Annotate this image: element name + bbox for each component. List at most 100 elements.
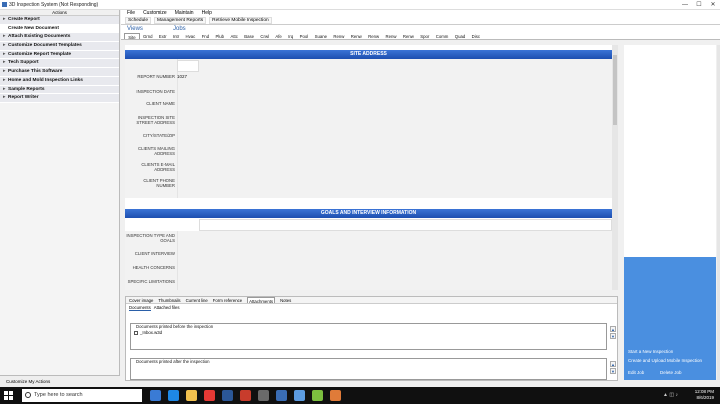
action-item[interactable]: ▸ Report Writer — [0, 94, 119, 103]
action-item[interactable]: Create New Document — [0, 24, 119, 34]
bottom-tab[interactable]: Form reference — [213, 297, 242, 303]
action-item-label: Purchase This Software — [8, 69, 63, 75]
taskbar-search[interactable]: Type here to search — [22, 389, 142, 402]
move-up-icon[interactable]: ▲ — [610, 361, 616, 367]
app-icon-orange[interactable] — [330, 390, 341, 401]
report-number-field[interactable] — [177, 60, 199, 72]
section-tab[interactable]: Base — [241, 33, 257, 39]
section-tab[interactable]: Crwl — [257, 33, 272, 39]
action-item[interactable]: ▸ Attach Existing Documents — [0, 33, 119, 43]
goals-field-strip[interactable] — [199, 219, 612, 231]
section-tab[interactable]: Pool — [296, 33, 311, 39]
site-address-header: SITE ADDRESS — [125, 50, 612, 59]
inspection-form: SITE ADDRESS REPORT NUMBER 1027 INSPECTI… — [125, 45, 612, 290]
action-item-label: Attach Existing Documents — [8, 34, 71, 40]
toolbar: Schedule Management Reports Retrieve Mob… — [121, 17, 720, 25]
site-address-fields[interactable] — [177, 59, 612, 198]
before-docs-list[interactable]: Documents printed before the inspection … — [130, 323, 616, 350]
delete-job-button[interactable]: Delete Job — [660, 370, 682, 375]
form-scrollbar[interactable] — [612, 45, 618, 290]
app-icon-blue[interactable] — [294, 390, 305, 401]
after-docs-list[interactable]: Documents printed after the inspection ▲… — [130, 358, 616, 380]
clock[interactable]: 12:08 PM 8/6/2019 — [695, 389, 714, 401]
section-tab[interactable]: Disc — [468, 33, 483, 39]
edge-icon[interactable] — [168, 390, 179, 401]
section-tab[interactable]: Afe — [272, 33, 285, 39]
title-bar: 3D Inspection System (Not Responding) — … — [0, 0, 720, 10]
windows-start-icon[interactable] — [4, 391, 13, 400]
section-tab[interactable]: Plub — [212, 33, 227, 39]
action-item[interactable]: ▸ Customize Document Templates — [0, 42, 119, 51]
app-icon-green[interactable] — [312, 390, 323, 401]
section-tab[interactable]: Spor — [417, 33, 432, 39]
task-view-icon[interactable] — [150, 390, 161, 401]
section-tab[interactable]: Comm — [433, 33, 452, 39]
action-item[interactable]: ▸ Home and Mold Inspection Links — [0, 76, 119, 86]
menu-file[interactable]: File — [127, 10, 135, 17]
field-label: HEALTH CONCERNS — [132, 265, 175, 270]
bottom-tab[interactable]: Notes — [280, 297, 291, 303]
move-up-icon[interactable]: ▲ — [610, 326, 616, 332]
views-tab[interactable]: Views — [127, 26, 143, 32]
action-item[interactable]: ▸ Customize Report Template — [0, 50, 119, 60]
move-down-icon[interactable]: ▼ — [610, 368, 616, 374]
report-number-value[interactable]: 1027 — [177, 74, 187, 79]
bottom-tab[interactable]: Cover image — [129, 297, 153, 303]
action-item[interactable]: ▸ Purchase This Software — [0, 68, 119, 77]
jobs-panel: Start a New Inspection Create and Upload… — [624, 45, 716, 380]
checkbox[interactable] — [134, 330, 138, 335]
management-reports-button[interactable]: Management Reports — [154, 17, 207, 24]
app-icon-gray[interactable] — [258, 390, 269, 401]
jobs-tab[interactable]: Jobs — [173, 26, 186, 32]
goals-fields[interactable] — [177, 231, 612, 290]
retrieve-mobile-inspection-button[interactable]: Retrieve Mobile Inspection — [209, 17, 272, 24]
chrome-icon[interactable] — [204, 390, 215, 401]
bottom-tab[interactable]: Thumbnails — [158, 297, 180, 303]
section-tab[interactable]: Extr — [156, 33, 170, 39]
section-tab[interactable]: Renw — [400, 33, 417, 39]
bottom-tab[interactable]: Current line — [186, 297, 208, 303]
section-tab[interactable]: Quad — [452, 33, 469, 39]
attached-files-subtab[interactable]: Attached files — [154, 304, 180, 311]
section-tab[interactable]: Irq — [285, 33, 296, 39]
maximize-button[interactable]: ☐ — [692, 0, 706, 10]
section-tab[interactable]: Renw — [348, 33, 365, 39]
section-tab[interactable]: Renw — [330, 33, 347, 39]
action-item[interactable]: ▸ Tech Support — [0, 59, 119, 69]
close-button[interactable]: ✕ — [706, 0, 720, 10]
start-inspection-button[interactable]: Start a New Inspection — [628, 349, 673, 354]
app-icon-red[interactable] — [240, 390, 251, 401]
system-tray-icons[interactable]: ▲ ◫ ♪ — [663, 392, 678, 398]
minimize-button[interactable]: — — [678, 0, 692, 10]
search-icon — [25, 392, 31, 398]
action-item-label: Customize Document Templates — [8, 43, 82, 49]
word-icon[interactable] — [222, 390, 233, 401]
documents-subtab[interactable]: Documents — [129, 304, 151, 311]
schedule-button[interactable]: Schedule — [125, 17, 152, 24]
action-item-label: Create Report — [8, 17, 40, 22]
section-tab[interactable]: Attc — [227, 33, 241, 39]
menu-customize[interactable]: Customize — [143, 10, 167, 17]
section-tab[interactable]: Renw — [365, 33, 382, 39]
action-item[interactable]: ▸ Create Report — [0, 16, 119, 25]
menu-help[interactable]: Help — [202, 10, 212, 17]
form-scrollbar-thumb[interactable] — [613, 55, 617, 125]
section-tab[interactable]: Intr — [170, 33, 183, 39]
move-down-icon[interactable]: ▼ — [610, 333, 616, 339]
file-explorer-icon[interactable] — [186, 390, 197, 401]
customize-actions-button[interactable]: Customize My Actions — [0, 375, 120, 387]
bottom-tab[interactable]: Attachments — [247, 297, 276, 304]
list-item[interactable]: _Inbox.w3d — [131, 330, 606, 336]
inspection-app-icon[interactable] — [276, 390, 287, 401]
section-tab[interactable]: Renw — [382, 33, 399, 39]
section-tab[interactable]: Fnd — [199, 33, 213, 39]
section-tab[interactable]: Suane — [311, 33, 330, 39]
field-label: CITY/STATE/ZIP — [142, 133, 175, 138]
section-tab[interactable]: Hvac — [182, 33, 198, 39]
section-tab[interactable]: Grnd — [140, 33, 156, 39]
menu-maintain[interactable]: Maintain — [175, 10, 194, 17]
action-item[interactable]: ▸ Sample Reports — [0, 85, 119, 95]
upload-mobile-button[interactable]: Create and Upload Mobile Inspection — [628, 358, 702, 363]
section-tab[interactable]: Site — [124, 33, 140, 40]
edit-job-button[interactable]: Edit Job — [628, 370, 644, 375]
